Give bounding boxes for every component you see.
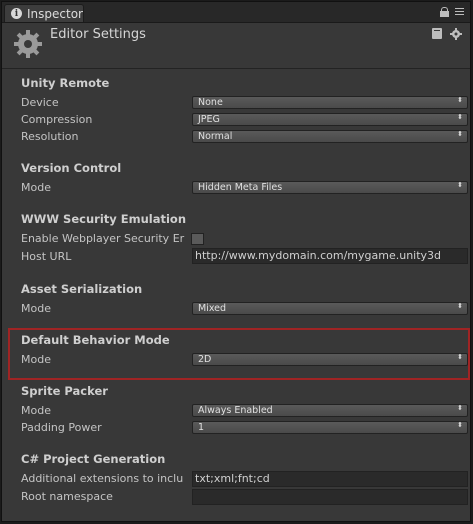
inspector-header: Editor Settings [2,22,470,66]
padding-power-label: Padding Power [21,421,102,434]
db-mode-dropdown[interactable]: 2D ⬍ [192,353,468,366]
tab-bar: i Inspector [2,2,470,23]
chevron-updown-icon: ⬍ [457,130,463,138]
settings-cog-icon[interactable] [450,28,462,40]
vc-mode-label: Mode [21,181,51,194]
as-mode-label: Mode [21,302,51,315]
tab-tools [440,7,464,17]
vc-mode-dropdown[interactable]: Hidden Meta Files ⬍ [192,181,468,194]
host-url-label: Host URL [21,250,72,263]
extensions-input[interactable]: txt;xml;fnt;cd [192,471,468,487]
device-label: Device [21,96,59,109]
enable-webplayer-checkbox[interactable] [191,233,204,245]
page-title: Editor Settings [50,27,146,42]
compression-dropdown[interactable]: JPEG ⬍ [192,113,468,126]
chevron-updown-icon: ⬍ [457,421,463,429]
section-unity-remote: Unity Remote [21,76,110,90]
help-book-icon[interactable] [432,28,442,39]
as-mode-dropdown[interactable]: Mixed ⬍ [192,302,468,315]
padding-power-value: 1 [198,422,205,433]
chevron-updown-icon: ⬍ [457,302,463,310]
padding-power-dropdown[interactable]: 1 ⬍ [192,421,468,434]
root-namespace-input[interactable] [192,489,468,505]
info-icon: i [11,8,22,19]
sp-mode-value: Always Enabled [198,405,273,416]
section-sprite-packer: Sprite Packer [21,384,108,398]
chevron-updown-icon: ⬍ [457,113,463,121]
sp-mode-label: Mode [21,404,51,417]
chevron-updown-icon: ⬍ [457,353,463,361]
compression-value: JPEG [198,114,220,125]
menu-icon[interactable] [455,7,464,17]
chevron-updown-icon: ⬍ [457,96,463,104]
inspector-window: i Inspector Editor Settings Unity Remote… [1,1,471,522]
section-csharp-project: C# Project Generation [21,452,166,466]
root-namespace-label: Root namespace [21,490,113,503]
resolution-dropdown[interactable]: Normal ⬍ [192,130,468,143]
resolution-label: Resolution [21,130,79,143]
db-mode-value: 2D [198,354,212,365]
section-default-behavior: Default Behavior Mode [21,333,170,347]
resolution-value: Normal [198,131,233,142]
header-tools [432,28,462,40]
enable-webplayer-label: Enable Webplayer Security Er [21,232,185,245]
host-url-input[interactable]: http://www.mydomain.com/mygame.unity3d [192,248,468,264]
gear-icon [14,30,42,58]
section-www-security: WWW Security Emulation [21,212,187,226]
compression-label: Compression [21,113,93,126]
as-mode-value: Mixed [198,303,227,314]
header-divider [2,68,470,69]
section-asset-serialization: Asset Serialization [21,282,143,296]
extensions-label: Additional extensions to inclu [21,472,184,485]
vc-mode-value: Hidden Meta Files [198,182,283,193]
tab-inspector[interactable]: i Inspector [4,4,84,22]
chevron-updown-icon: ⬍ [457,181,463,189]
device-value: None [198,97,223,108]
lock-icon[interactable] [440,7,449,17]
chevron-updown-icon: ⬍ [457,404,463,412]
device-dropdown[interactable]: None ⬍ [192,96,468,109]
section-version-control: Version Control [21,161,122,175]
tab-label: Inspector [27,6,83,21]
db-mode-label: Mode [21,353,51,366]
sp-mode-dropdown[interactable]: Always Enabled ⬍ [192,404,468,417]
